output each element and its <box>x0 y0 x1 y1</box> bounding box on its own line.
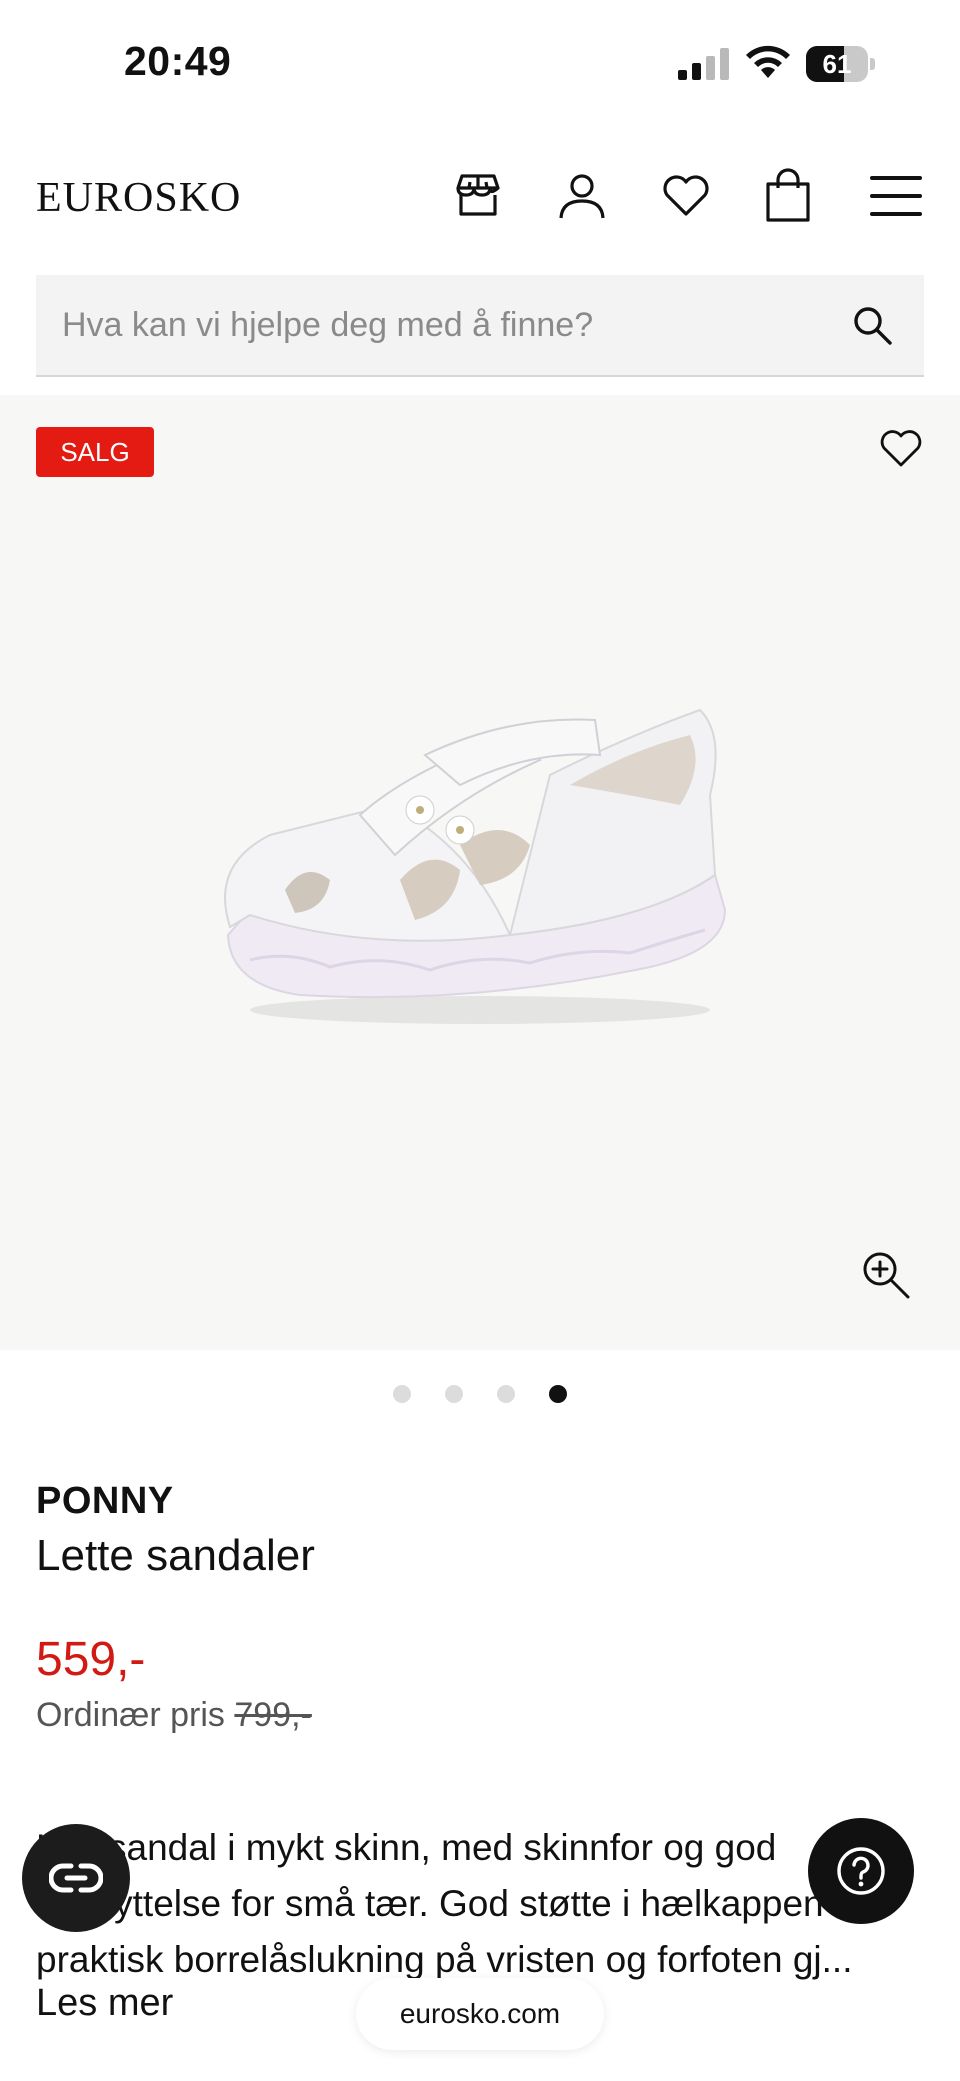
read-more-link[interactable]: Les mer <box>36 1982 173 2025</box>
ordinary-price-value: 799,- <box>234 1696 312 1734</box>
store-icon[interactable] <box>450 168 506 224</box>
product-description: Lett sandal i mykt skinn, med skinnfor o… <box>36 1827 876 1980</box>
cart-icon[interactable] <box>760 168 816 224</box>
sale-price: 559,- <box>36 1633 146 1686</box>
browser-url-bar[interactable]: eurosko.com <box>356 1978 604 2050</box>
sale-badge: SALG <box>36 427 154 477</box>
product-brand[interactable]: PONNY <box>36 1480 174 1523</box>
battery-icon: 61 <box>806 46 876 82</box>
product-image <box>210 695 750 1035</box>
add-to-wishlist-icon[interactable] <box>876 423 926 473</box>
wishlist-icon[interactable] <box>658 168 714 224</box>
help-button[interactable] <box>808 1818 914 1924</box>
carousel-dot-2[interactable] <box>445 1385 463 1403</box>
search-icon[interactable] <box>850 303 896 349</box>
menu-icon[interactable] <box>868 168 924 224</box>
status-time: 20:49 <box>124 38 232 84</box>
carousel-dot-3[interactable] <box>497 1385 515 1403</box>
carousel-pagination <box>0 1385 960 1407</box>
search-input[interactable] <box>62 297 842 353</box>
product-image-carousel[interactable]: SALG <box>0 395 960 1350</box>
carousel-dot-1[interactable] <box>393 1385 411 1403</box>
link-icon <box>49 1863 103 1893</box>
wifi-icon <box>744 44 792 80</box>
help-icon <box>837 1847 885 1895</box>
cellular-signal-icon <box>678 48 732 80</box>
site-header: EUROSKO <box>0 160 960 240</box>
ordinary-price: Ordinær pris 799,- <box>36 1696 312 1735</box>
search-bar <box>36 275 924 377</box>
product-title: Lette sandaler <box>36 1531 315 1580</box>
collapse-button[interactable] <box>22 1824 130 1932</box>
ordinary-price-label: Ordinær pris <box>36 1696 225 1734</box>
carousel-dot-4[interactable] <box>549 1385 567 1403</box>
battery-percent: 61 <box>822 49 852 79</box>
status-bar: 20:49 61 <box>0 0 960 130</box>
eurosko-logo[interactable]: EUROSKO <box>36 174 241 222</box>
zoom-icon[interactable] <box>858 1247 914 1303</box>
account-icon[interactable] <box>554 168 610 224</box>
